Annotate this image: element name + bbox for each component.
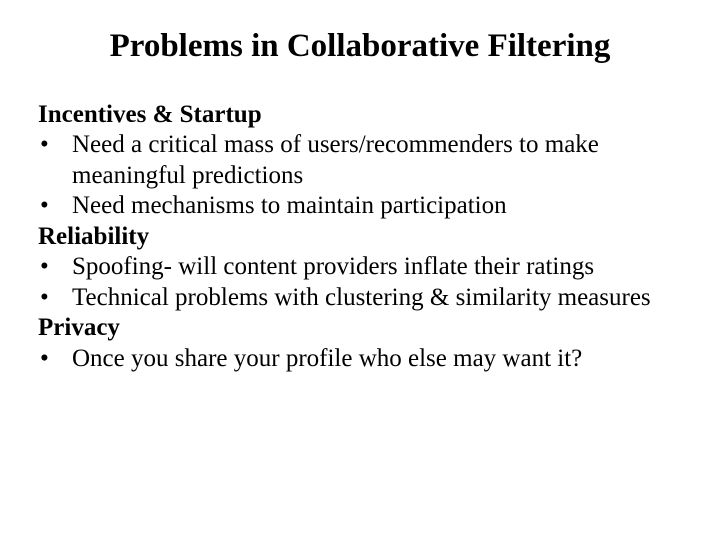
bullet-item: • Need mechanisms to maintain participat… [38, 191, 682, 222]
bullet-text: Spoofing- will content providers inflate… [72, 252, 682, 283]
bullet-icon: • [38, 252, 72, 283]
bullet-item: • Need a critical mass of users/recommen… [38, 130, 682, 191]
section-heading: Privacy [38, 313, 682, 344]
section-heading: Reliability [38, 222, 682, 253]
bullet-item: • Spoofing- will content providers infla… [38, 252, 682, 283]
bullet-text: Once you share your profile who else may… [72, 344, 682, 375]
bullet-icon: • [38, 283, 72, 314]
slide: Problems in Collaborative Filtering Ince… [0, 0, 720, 540]
bullet-text: Need a critical mass of users/recommende… [72, 130, 682, 191]
bullet-text: Need mechanisms to maintain participatio… [72, 191, 682, 222]
bullet-icon: • [38, 130, 72, 191]
bullet-icon: • [38, 344, 72, 375]
bullet-text: Technical problems with clustering & sim… [72, 283, 682, 314]
bullet-item: • Technical problems with clustering & s… [38, 283, 682, 314]
slide-title: Problems in Collaborative Filtering [38, 28, 682, 66]
slide-body: Incentives & Startup • Need a critical m… [38, 100, 682, 375]
bullet-icon: • [38, 191, 72, 222]
section-heading: Incentives & Startup [38, 100, 682, 131]
bullet-item: • Once you share your profile who else m… [38, 344, 682, 375]
